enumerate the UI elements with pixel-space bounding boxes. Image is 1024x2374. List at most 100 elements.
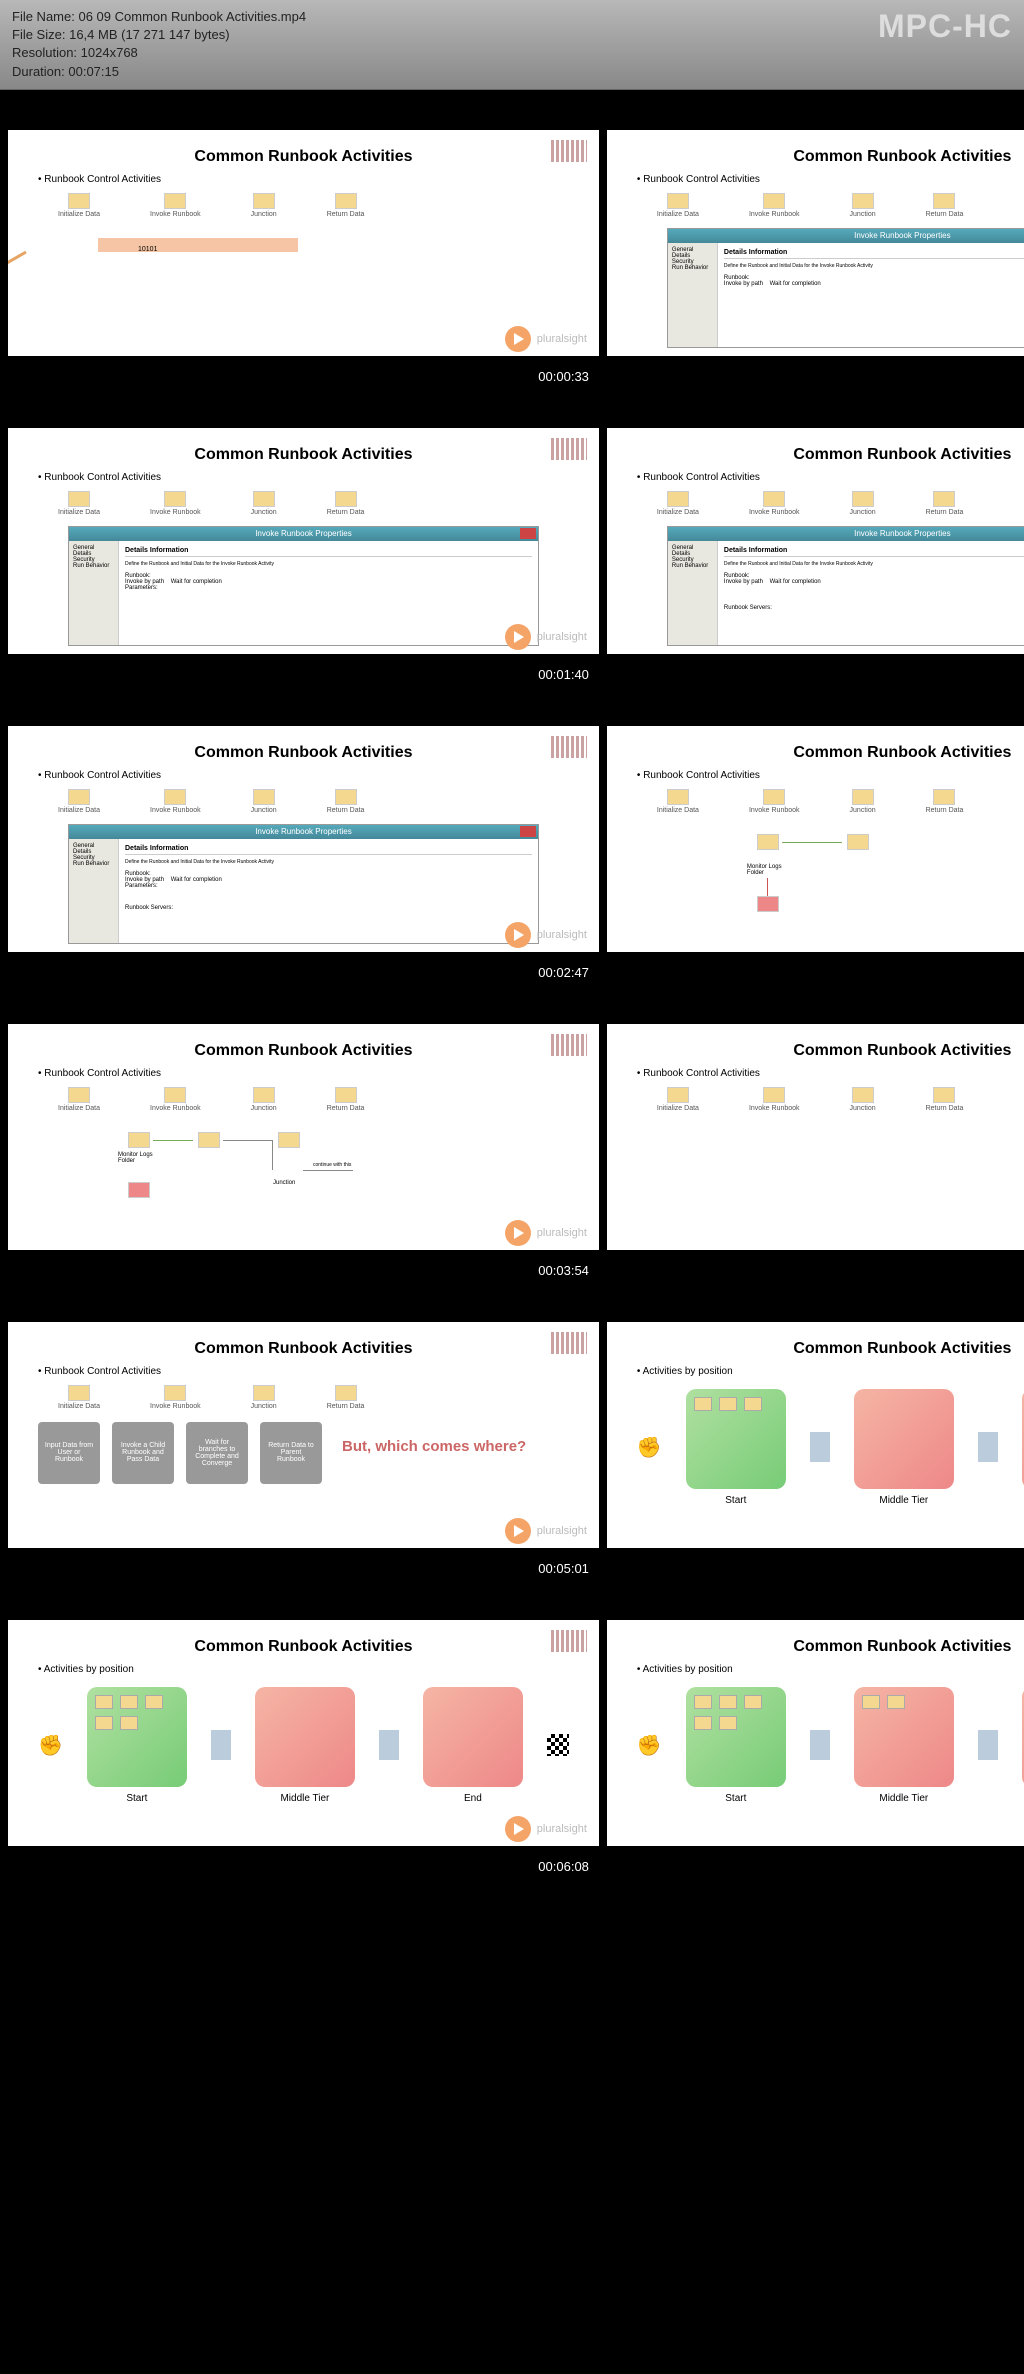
icon-label: Return Data [327, 1105, 365, 1112]
thumbnail[interactable]: Common Runbook Activities • Runbook Cont… [8, 98, 599, 388]
slide-title: Common Runbook Activities [38, 1340, 569, 1358]
slide-subtitle: • Runbook Control Activities [38, 770, 569, 781]
info-box: Wait for branches to Complete and Conver… [186, 1422, 248, 1484]
value: 00:07:15 [68, 64, 119, 79]
middle-box [255, 1687, 355, 1787]
icon-label: Return Data [327, 211, 365, 218]
icon-label: Invoke Runbook [150, 1403, 201, 1410]
icon-label: Invoke Runbook [150, 211, 201, 218]
close-icon [520, 826, 536, 837]
properties-dialog: Invoke Runbook Properties GeneralDetails… [68, 526, 539, 646]
slide-subtitle: • Activities by position [637, 1664, 1024, 1675]
thumbnail[interactable]: Common Runbook Activities • Runbook Cont… [8, 396, 599, 686]
progress-bar: 10101 [98, 238, 298, 252]
slide-subtitle: • Runbook Control Activities [637, 770, 1024, 781]
pluralsight-logo: pluralsight [505, 1518, 587, 1544]
icon-label: Invoke Runbook [150, 1105, 201, 1112]
flow-diagram: Monitor LogsFolder continue with this Ju… [98, 1132, 509, 1212]
icon-label: Return Data [926, 1105, 964, 1112]
slide-subtitle: • Activities by position [637, 1366, 1024, 1377]
slide-title: Common Runbook Activities [38, 446, 569, 464]
properties-dialog: Invoke Runbook Properties GeneralDetails… [68, 824, 539, 944]
slide-subtitle: • Runbook Control Activities [637, 174, 1024, 185]
properties-dialog: Invoke Runbook Properties GeneralDetails… [667, 526, 1024, 646]
slide-title: Common Runbook Activities [38, 1638, 569, 1656]
value: 06 09 Common Runbook Activities.mp4 [78, 9, 306, 24]
icon-label: Initialize Data [657, 211, 699, 218]
icon-label: Junction [850, 211, 876, 218]
icon-label: Return Data [327, 509, 365, 516]
timestamp: 00:06:08 [528, 1855, 599, 1878]
icon-label: Return Data [327, 807, 365, 814]
thumbnail[interactable]: Common Runbook Activities • Activities b… [607, 1290, 1024, 1580]
slide-title: Common Runbook Activities [38, 148, 569, 166]
value: 1024x768 [81, 45, 138, 60]
pluralsight-logo: pluralsight [505, 326, 587, 352]
icon-label: Initialize Data [58, 807, 100, 814]
finish-flag-icon [547, 1734, 569, 1756]
slide-title: Common Runbook Activities [637, 1042, 1024, 1060]
thumbnail[interactable]: Common Runbook Activities • Activities b… [607, 1588, 1024, 1878]
file-info: File Name: 06 09 Common Runbook Activiti… [12, 8, 306, 81]
icon-label: Initialize Data [58, 1105, 100, 1112]
icon-label: Invoke Runbook [150, 509, 201, 516]
icon-label: Initialize Data [657, 807, 699, 814]
file-header: File Name: 06 09 Common Runbook Activiti… [0, 0, 1024, 90]
label: Duration: [12, 64, 65, 79]
question-text: But, which comes where? [342, 1437, 526, 1457]
slide-title: Common Runbook Activities [637, 446, 1024, 464]
slide-logo-icon [551, 1332, 587, 1354]
info-box: Invoke a Child Runbook and Pass Data [112, 1422, 174, 1484]
icon-label: Junction [251, 509, 277, 516]
icon-label: Return Data [926, 211, 964, 218]
thumbnail[interactable]: Common Runbook Activities • Runbook Cont… [607, 694, 1024, 984]
thumbnail[interactable]: Common Runbook Activities • Runbook Cont… [607, 396, 1024, 686]
thumbnail[interactable]: Common Runbook Activities • Runbook Cont… [8, 694, 599, 984]
icon-label: Initialize Data [657, 509, 699, 516]
middle-box [854, 1389, 954, 1489]
thumbnail[interactable]: Common Runbook Activities • Runbook Cont… [607, 992, 1024, 1282]
icon-label: Invoke Runbook [749, 807, 800, 814]
slide-title: Common Runbook Activities [637, 148, 1024, 166]
start-box [87, 1687, 187, 1787]
hand-icon: ✊ [637, 1733, 662, 1758]
thumbnail[interactable]: Common Runbook Activities • Activities b… [8, 1588, 599, 1878]
slide-title: Common Runbook Activities [637, 744, 1024, 762]
middle-box [854, 1687, 954, 1787]
icon-label: Initialize Data [58, 211, 100, 218]
thumbnail[interactable]: Common Runbook Activities • Runbook Cont… [8, 1290, 599, 1580]
slide-subtitle: • Runbook Control Activities [38, 472, 569, 483]
thumbnail[interactable]: Common Runbook Activities • Runbook Cont… [8, 992, 599, 1282]
icon-label: Return Data [926, 807, 964, 814]
slide-subtitle: • Runbook Control Activities [38, 174, 569, 185]
slide-subtitle: • Runbook Control Activities [637, 1068, 1024, 1079]
end-box [423, 1687, 523, 1787]
label: File Name: [12, 9, 75, 24]
pluralsight-logo: pluralsight [505, 922, 587, 948]
info-box: Return Data to Parent Runbook [260, 1422, 322, 1484]
icon-label: Invoke Runbook [749, 211, 800, 218]
icon-label: Junction [251, 211, 277, 218]
flow-diagram: Monitor LogsFolder [697, 834, 1024, 914]
thumbnail[interactable]: Common Runbook Activities • Runbook Cont… [607, 98, 1024, 388]
slide-logo-icon [551, 438, 587, 460]
icon-label: Initialize Data [58, 509, 100, 516]
slide-subtitle: • Runbook Control Activities [637, 472, 1024, 483]
label: File Size: [12, 27, 65, 42]
slide-subtitle: • Activities by position [38, 1664, 569, 1675]
icon-label: Initialize Data [657, 1105, 699, 1112]
timestamp: 00:00:33 [528, 365, 599, 388]
properties-dialog: Invoke Runbook Properties GeneralDetails… [667, 228, 1024, 348]
pluralsight-logo: pluralsight [505, 1816, 587, 1842]
icon-label: Invoke Runbook [150, 807, 201, 814]
icon-label: Return Data [926, 509, 964, 516]
slide-logo-icon [551, 1630, 587, 1652]
timestamp: 00:01:40 [528, 663, 599, 686]
thumbnail-grid: Common Runbook Activities • Runbook Cont… [0, 90, 1024, 1886]
slide-title: Common Runbook Activities [637, 1340, 1024, 1358]
icon-label: Initialize Data [58, 1403, 100, 1410]
pluralsight-logo: pluralsight [505, 1220, 587, 1246]
timestamp: 00:05:01 [528, 1557, 599, 1580]
close-icon [520, 528, 536, 539]
icon-label: Junction [850, 1105, 876, 1112]
